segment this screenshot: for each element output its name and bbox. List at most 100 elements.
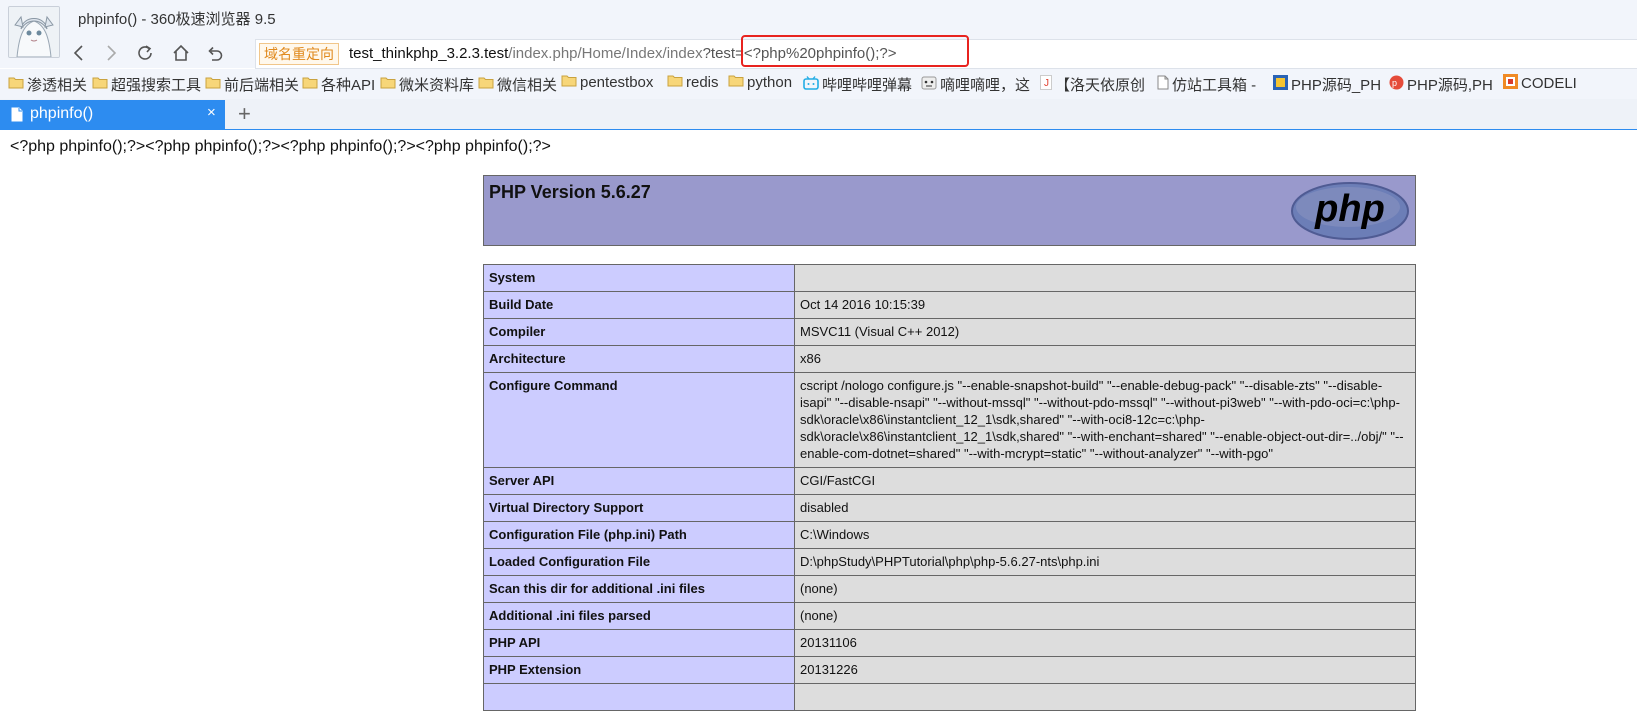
folder-icon bbox=[302, 76, 318, 93]
bookmark-item[interactable]: 微米资料库 bbox=[380, 74, 474, 95]
php-info-table: System Build Date Oct 14 2016 10:15:39 Com… bbox=[483, 264, 1416, 711]
user-avatar[interactable] bbox=[8, 6, 60, 58]
bookmark-item[interactable]: redis bbox=[667, 74, 719, 91]
arrow-left-icon bbox=[73, 45, 83, 61]
info-row: Build Date Oct 14 2016 10:15:39 bbox=[483, 291, 1416, 319]
window-title: phpinfo() - 360极速浏览器 9.5 bbox=[78, 11, 276, 28]
info-key: Loaded Configuration File bbox=[483, 548, 795, 576]
page-content: <?php phpinfo();?><?php phpinfo();?><?ph… bbox=[0, 130, 1637, 711]
info-key: Configure Command bbox=[483, 372, 795, 468]
folder-icon bbox=[561, 74, 577, 91]
info-key: Scan this dir for additional .ini files bbox=[483, 575, 795, 603]
info-value: 20131106 bbox=[794, 629, 1416, 657]
bookmark-item[interactable]: 渗透相关 bbox=[8, 74, 87, 95]
bookmark-item[interactable]: 仿站工具箱 - bbox=[1157, 74, 1256, 95]
info-row: Compiler MSVC11 (Visual C++ 2012) bbox=[483, 318, 1416, 346]
info-value: cscript /nologo configure.js "--enable-s… bbox=[794, 372, 1416, 468]
folder-icon bbox=[92, 76, 108, 93]
tab-label: phpinfo() bbox=[30, 105, 94, 122]
svg-text:p: p bbox=[1392, 78, 1397, 88]
echoed-php-text: <?php phpinfo();?><?php phpinfo();?><?ph… bbox=[10, 138, 551, 155]
info-value bbox=[794, 264, 1416, 292]
bilibili-icon bbox=[803, 75, 819, 94]
info-row: Loaded Configuration File D:\phpStudy\PHP… bbox=[483, 548, 1416, 576]
info-value bbox=[794, 683, 1416, 711]
info-key: Architecture bbox=[483, 345, 795, 373]
info-key bbox=[483, 683, 795, 711]
info-value: (none) bbox=[794, 602, 1416, 630]
info-key: Build Date bbox=[483, 291, 795, 319]
folder-icon bbox=[478, 76, 494, 93]
domain-redirect-badge[interactable]: 域名重定向 bbox=[259, 43, 339, 65]
bookmark-item[interactable]: python bbox=[728, 74, 792, 91]
tab-strip: phpinfo() × + bbox=[0, 99, 1637, 130]
url-path: /index.php/Home/Index/index bbox=[508, 45, 703, 62]
bookmark-label: 超强搜索工具 bbox=[111, 77, 202, 94]
bookmark-label: 前后端相关 bbox=[224, 77, 300, 94]
info-value: x86 bbox=[794, 345, 1416, 373]
php-logo[interactable]: php bbox=[1290, 181, 1410, 246]
bookmark-label: 嘀哩嘀哩，这 bbox=[940, 77, 1031, 94]
info-row: Additional .ini files parsed (none) bbox=[483, 602, 1416, 630]
bookmark-label: 哔哩哔哩弹幕 bbox=[822, 77, 913, 94]
bookmark-item[interactable]: 超强搜索工具 bbox=[92, 74, 201, 95]
back-button[interactable] bbox=[67, 41, 91, 65]
folder-icon bbox=[380, 76, 396, 93]
tab-phpinfo[interactable]: phpinfo() × bbox=[0, 100, 225, 129]
face-icon bbox=[921, 76, 937, 94]
info-key: System bbox=[483, 264, 795, 292]
new-tab-button[interactable]: + bbox=[238, 101, 251, 127]
bookmark-item[interactable]: PHP源码_PH bbox=[1273, 74, 1381, 95]
undo-close-button[interactable] bbox=[203, 41, 227, 65]
bookmark-item[interactable]: 嘀哩嘀哩，这 bbox=[921, 74, 1030, 95]
reload-button[interactable] bbox=[133, 41, 157, 65]
info-key: PHP Extension bbox=[483, 656, 795, 684]
page-icon bbox=[11, 107, 23, 127]
folder-icon bbox=[667, 74, 683, 91]
bookmark-item[interactable]: 哔哩哔哩弹幕 bbox=[803, 74, 912, 95]
bookmark-label: 各种API bbox=[321, 77, 376, 94]
info-row: Virtual Directory Support disabled bbox=[483, 494, 1416, 522]
info-key: Virtual Directory Support bbox=[483, 494, 795, 522]
info-row: Configure Command cscript /nologo configu… bbox=[483, 372, 1416, 468]
folder-icon bbox=[8, 76, 24, 93]
bookmark-item[interactable]: CODELI bbox=[1503, 74, 1577, 93]
info-key: PHP API bbox=[483, 629, 795, 657]
close-tab-icon[interactable]: × bbox=[207, 104, 216, 121]
bookmark-item[interactable]: 微信相关 bbox=[478, 74, 557, 95]
home-button[interactable] bbox=[169, 41, 193, 65]
bookmark-item[interactable]: pentestbox bbox=[561, 74, 653, 91]
info-value: C:\Windows bbox=[794, 521, 1416, 549]
svg-text:J: J bbox=[1044, 78, 1049, 89]
bookmark-item[interactable]: p PHP源码,PH bbox=[1389, 74, 1493, 95]
bookmark-label: 仿站工具箱 - bbox=[1172, 77, 1257, 94]
info-key: Compiler bbox=[483, 318, 795, 346]
folder-icon bbox=[728, 74, 744, 91]
php-version-title: PHP Version 5.6.27 bbox=[489, 182, 651, 202]
bookmark-label: 微米资料库 bbox=[399, 77, 475, 94]
info-value: disabled bbox=[794, 494, 1416, 522]
info-row: Server API CGI/FastCGI bbox=[483, 467, 1416, 495]
bookmark-label: python bbox=[747, 74, 793, 91]
home-icon bbox=[173, 44, 189, 61]
forward-button[interactable] bbox=[99, 41, 123, 65]
codeli-icon bbox=[1503, 74, 1518, 93]
bookmark-item[interactable]: 前后端相关 bbox=[205, 74, 299, 95]
bookmark-label: pentestbox bbox=[580, 74, 654, 91]
php-red-icon: p bbox=[1389, 75, 1404, 94]
info-value: D:\phpStudy\PHPTutorial\php\php-5.6.27-n… bbox=[794, 548, 1416, 576]
bookmark-label: 微信相关 bbox=[497, 77, 558, 94]
bookmarks-bar: 渗透相关 超强搜索工具 前后端相关 各种API 微米资料库 微信相关 pentestbox r… bbox=[0, 69, 1637, 99]
bookmark-label: 【洛天依原创 bbox=[1055, 77, 1146, 94]
info-value: MSVC11 (Visual C++ 2012) bbox=[794, 318, 1416, 346]
php-site-icon bbox=[1273, 75, 1288, 94]
title-bar: phpinfo() - 360极速浏览器 9.5 bbox=[0, 0, 1637, 58]
php-version-header: PHP Version 5.6.27 php bbox=[483, 175, 1416, 246]
bookmark-item[interactable]: 各种API bbox=[302, 74, 375, 95]
page-icon bbox=[1157, 75, 1169, 94]
php-logo-text: php bbox=[1314, 188, 1385, 230]
reload-icon bbox=[138, 45, 152, 60]
url-host: test_thinkphp_3.2.3.test bbox=[349, 45, 509, 62]
undo-icon bbox=[208, 46, 223, 61]
bookmark-item[interactable]: J 【洛天依原创 bbox=[1040, 74, 1145, 95]
